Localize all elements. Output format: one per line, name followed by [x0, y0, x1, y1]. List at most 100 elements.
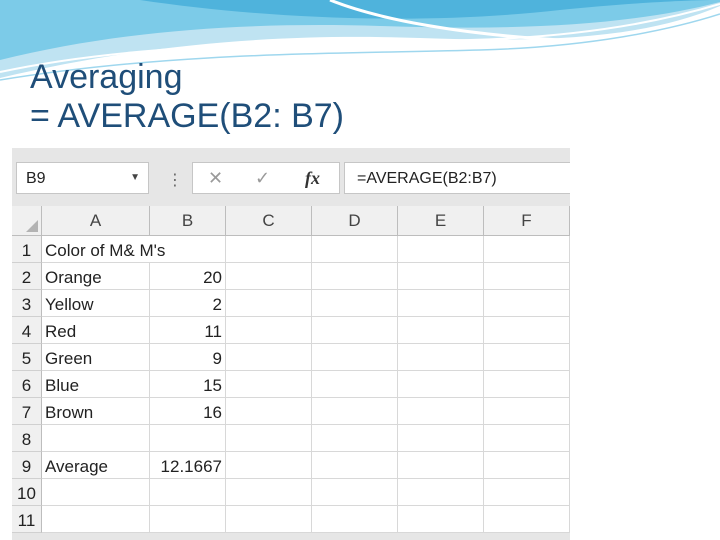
- cell-d4[interactable]: [312, 317, 398, 344]
- cell-c4[interactable]: [226, 317, 312, 344]
- cell-d9[interactable]: [312, 452, 398, 479]
- cell-c5[interactable]: [226, 344, 312, 371]
- row-header[interactable]: 10: [12, 479, 42, 506]
- cell-c9[interactable]: [226, 452, 312, 479]
- cell-e4[interactable]: [398, 317, 484, 344]
- cell-f6[interactable]: [484, 371, 570, 398]
- cell-e6[interactable]: [398, 371, 484, 398]
- cell-e1[interactable]: [398, 236, 484, 263]
- row-header[interactable]: 2: [12, 263, 42, 290]
- cell-d1[interactable]: [312, 236, 398, 263]
- cell-f8[interactable]: [484, 425, 570, 452]
- row-header[interactable]: 1: [12, 236, 42, 263]
- cell-c2[interactable]: [226, 263, 312, 290]
- cell-c8[interactable]: [226, 425, 312, 452]
- cell-e3[interactable]: [398, 290, 484, 317]
- formula-input[interactable]: =AVERAGE(B2:B7): [344, 162, 570, 194]
- cell-f9[interactable]: [484, 452, 570, 479]
- cell-c7[interactable]: [226, 398, 312, 425]
- fx-icon[interactable]: fx: [305, 168, 320, 189]
- cell-a5[interactable]: Green: [42, 344, 150, 371]
- cell-f2[interactable]: [484, 263, 570, 290]
- column-header-d[interactable]: D: [312, 206, 398, 236]
- column-header-c[interactable]: C: [226, 206, 312, 236]
- cell-e11[interactable]: [398, 506, 484, 533]
- column-header-b[interactable]: B: [150, 206, 226, 236]
- row-header[interactable]: 5: [12, 344, 42, 371]
- row-header[interactable]: 9: [12, 452, 42, 479]
- cell-f1[interactable]: [484, 236, 570, 263]
- column-header-f[interactable]: F: [484, 206, 570, 236]
- cell-c3[interactable]: [226, 290, 312, 317]
- cell-e10[interactable]: [398, 479, 484, 506]
- row-header[interactable]: 6: [12, 371, 42, 398]
- cell-b9[interactable]: 12.1667: [150, 452, 226, 479]
- cell-b10[interactable]: [150, 479, 226, 506]
- cell-f11[interactable]: [484, 506, 570, 533]
- cell-a1[interactable]: Color of M& M's: [42, 236, 165, 263]
- cell-e7[interactable]: [398, 398, 484, 425]
- cell-a4[interactable]: Red: [42, 317, 150, 344]
- cell-e5[interactable]: [398, 344, 484, 371]
- column-header-a[interactable]: A: [42, 206, 150, 236]
- cell-a11[interactable]: [42, 506, 150, 533]
- cell-d11[interactable]: [312, 506, 398, 533]
- cell-d2[interactable]: [312, 263, 398, 290]
- select-all-corner[interactable]: [12, 206, 42, 236]
- cell-a3[interactable]: Yellow: [42, 290, 150, 317]
- name-box[interactable]: B9 ▼: [16, 162, 149, 194]
- cell-f10[interactable]: [484, 479, 570, 506]
- cell-a8[interactable]: [42, 425, 150, 452]
- cell-f3[interactable]: [484, 290, 570, 317]
- row-header[interactable]: 3: [12, 290, 42, 317]
- check-icon[interactable]: ✓: [255, 168, 270, 189]
- row-header[interactable]: 11: [12, 506, 42, 533]
- table-row: 2 Orange 20: [12, 263, 570, 290]
- cell-b11[interactable]: [150, 506, 226, 533]
- cell-b3[interactable]: 2: [150, 290, 226, 317]
- more-options-icon[interactable]: ⋮: [167, 170, 183, 190]
- cell-e9[interactable]: [398, 452, 484, 479]
- table-row: 3 Yellow 2: [12, 290, 570, 317]
- cell-b7[interactable]: 16: [150, 398, 226, 425]
- slide-title-line1: Averaging: [30, 58, 183, 96]
- cell-c10[interactable]: [226, 479, 312, 506]
- cell-f5[interactable]: [484, 344, 570, 371]
- cell-b8[interactable]: [150, 425, 226, 452]
- cell-c1[interactable]: [226, 236, 312, 263]
- cell-b4[interactable]: 11: [150, 317, 226, 344]
- cell-d6[interactable]: [312, 371, 398, 398]
- table-row: 6 Blue 15: [12, 371, 570, 398]
- table-row: 7 Brown 16: [12, 398, 570, 425]
- formula-text: =AVERAGE(B2:B7): [357, 170, 497, 187]
- table-row: 10: [12, 479, 570, 506]
- table-row: 8: [12, 425, 570, 452]
- cell-b2[interactable]: 20: [150, 263, 226, 290]
- name-box-value: B9: [26, 170, 46, 187]
- row-header[interactable]: 7: [12, 398, 42, 425]
- cell-a10[interactable]: [42, 479, 150, 506]
- cell-f4[interactable]: [484, 317, 570, 344]
- column-header-e[interactable]: E: [398, 206, 484, 236]
- row-header[interactable]: 4: [12, 317, 42, 344]
- cell-c6[interactable]: [226, 371, 312, 398]
- cell-f7[interactable]: [484, 398, 570, 425]
- cell-a7[interactable]: Brown: [42, 398, 150, 425]
- row-header[interactable]: 8: [12, 425, 42, 452]
- cell-b6[interactable]: 15: [150, 371, 226, 398]
- cell-b5[interactable]: 9: [150, 344, 226, 371]
- x-icon[interactable]: ✕: [208, 168, 223, 189]
- cell-d3[interactable]: [312, 290, 398, 317]
- cell-a6[interactable]: Blue: [42, 371, 150, 398]
- chevron-down-icon[interactable]: ▼: [130, 172, 140, 183]
- cell-c11[interactable]: [226, 506, 312, 533]
- cell-d7[interactable]: [312, 398, 398, 425]
- cell-d8[interactable]: [312, 425, 398, 452]
- cell-e2[interactable]: [398, 263, 484, 290]
- table-row: 1 Color of M& M's: [12, 236, 570, 263]
- cell-e8[interactable]: [398, 425, 484, 452]
- cell-d5[interactable]: [312, 344, 398, 371]
- cell-a9[interactable]: Average: [42, 452, 150, 479]
- cell-d10[interactable]: [312, 479, 398, 506]
- cell-a2[interactable]: Orange: [42, 263, 150, 290]
